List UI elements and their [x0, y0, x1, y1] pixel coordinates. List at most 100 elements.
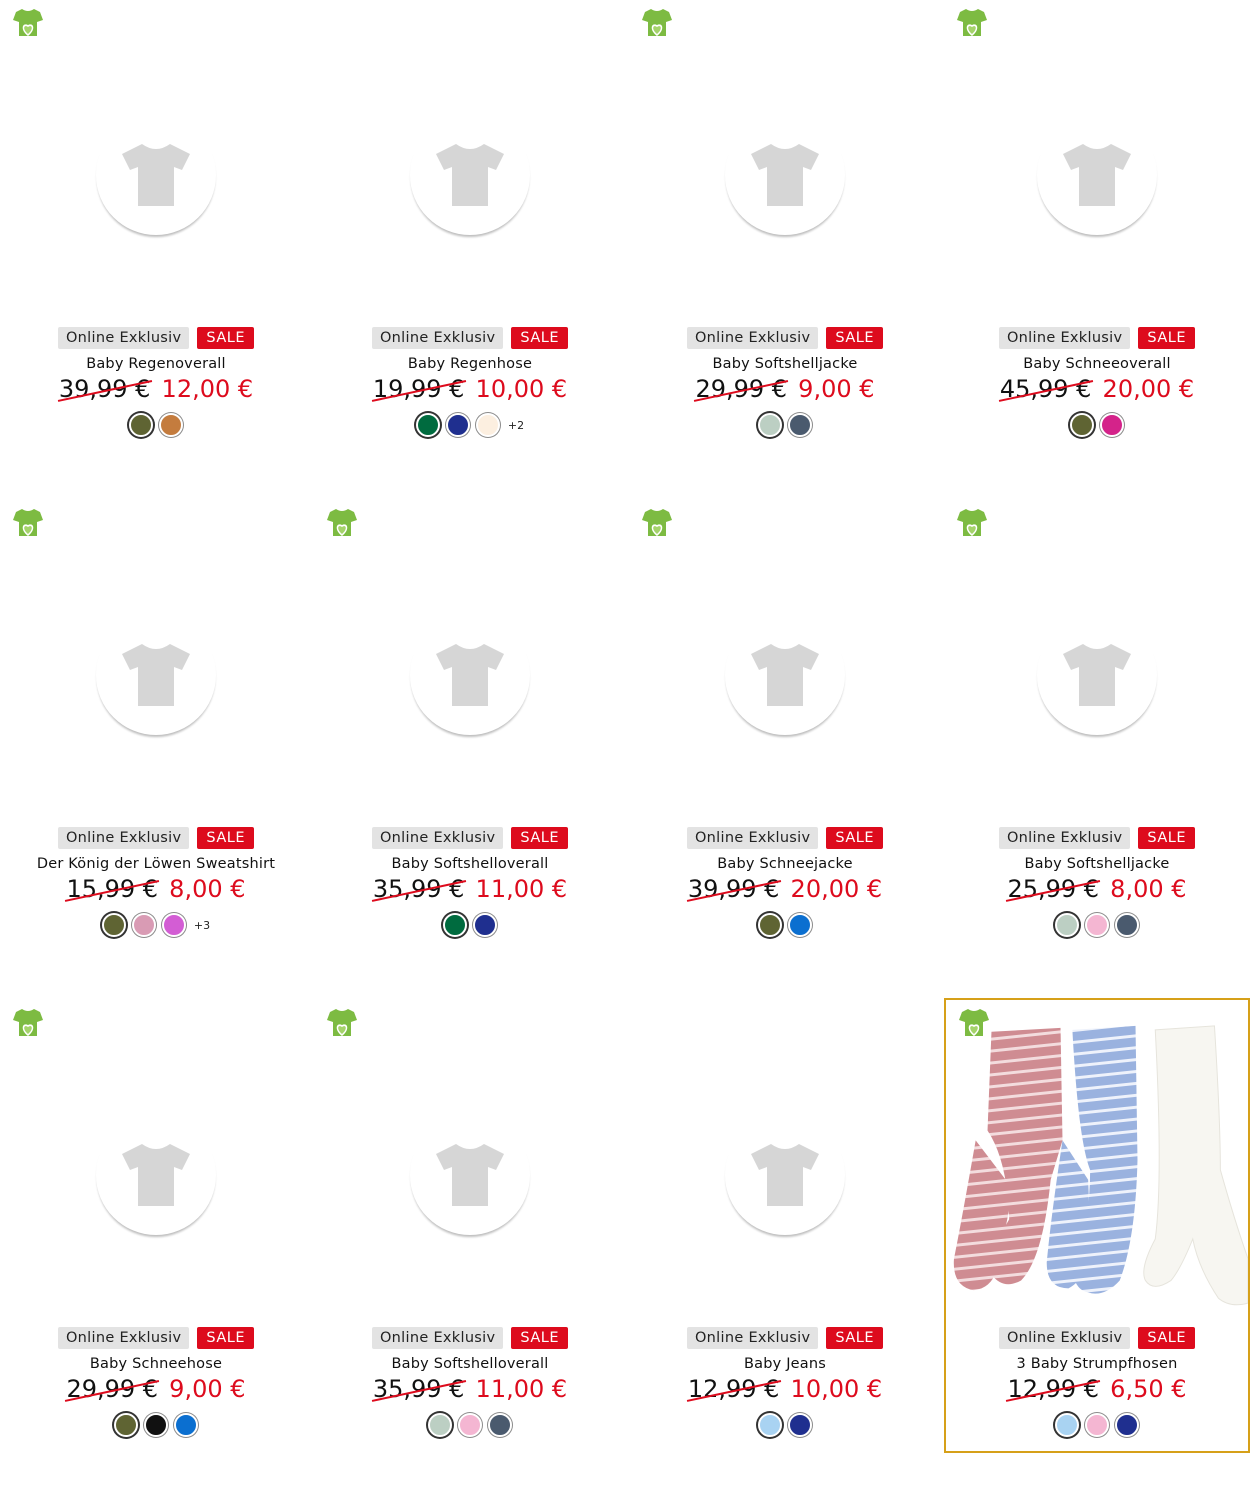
product-prices: 15,99 € 8,00 €	[0, 875, 312, 903]
product-image[interactable]	[314, 40, 626, 310]
product-name[interactable]: Der König der Löwen Sweatshirt	[0, 856, 312, 872]
color-swatch[interactable]	[475, 413, 500, 437]
product-name[interactable]: Baby Schneehose	[0, 1356, 312, 1372]
tshirt-placeholder-icon	[725, 115, 845, 235]
color-swatch[interactable]	[788, 1413, 812, 1437]
product-image[interactable]	[0, 1040, 312, 1310]
color-swatch[interactable]	[458, 1413, 482, 1437]
product-card-3[interactable]: Online Exklusiv SALE Baby Softshelljacke…	[629, 0, 941, 500]
product-badges: Online Exklusiv SALE	[0, 327, 312, 349]
product-card-11[interactable]: Online Exklusiv SALE Baby Jeans 12,99 € …	[629, 1000, 941, 1500]
product-name[interactable]: Baby Schneeoverall	[944, 356, 1250, 372]
color-swatch[interactable]	[488, 1413, 512, 1437]
product-card-5[interactable]: Online Exklusiv SALE Der König der Löwen…	[0, 500, 312, 1000]
color-swatch[interactable]	[174, 1413, 198, 1437]
product-image[interactable]	[0, 540, 312, 810]
eco-shirt-heart-icon	[324, 506, 360, 540]
product-card-12[interactable]: Online Exklusiv SALE 3 Baby Strumpfhosen…	[944, 998, 1250, 1453]
color-swatch[interactable]	[1085, 913, 1109, 937]
product-name[interactable]: 3 Baby Strumpfhosen	[946, 1356, 1248, 1372]
product-prices: 25,99 € 8,00 €	[944, 875, 1250, 903]
sale-badge: SALE	[826, 1327, 884, 1349]
color-swatch[interactable]	[1055, 913, 1079, 937]
product-name[interactable]: Baby Schneejacke	[629, 856, 941, 872]
sale-badge: SALE	[826, 827, 884, 849]
product-card-7[interactable]: Online Exklusiv SALE Baby Schneejacke 39…	[629, 500, 941, 1000]
tshirt-placeholder-icon	[410, 115, 530, 235]
color-swatch[interactable]	[428, 1413, 452, 1437]
color-swatch[interactable]	[445, 413, 470, 437]
color-swatch[interactable]	[1085, 1413, 1109, 1437]
product-name[interactable]: Baby Regenoverall	[0, 356, 312, 372]
color-swatch[interactable]	[144, 1413, 168, 1437]
color-swatch[interactable]	[101, 913, 126, 937]
sale-price: 6,50 €	[1110, 1375, 1187, 1403]
product-card-10[interactable]: Online Exklusiv SALE Baby Softshellovera…	[314, 1000, 626, 1500]
tshirt-placeholder-icon	[96, 615, 216, 735]
sale-badge: SALE	[1138, 1327, 1196, 1349]
product-image[interactable]	[0, 40, 312, 310]
color-swatch[interactable]	[131, 913, 156, 937]
product-image[interactable]	[314, 1040, 626, 1310]
product-name[interactable]: Baby Softshelloverall	[314, 856, 626, 872]
sale-badge: SALE	[511, 827, 569, 849]
more-colors-count[interactable]: +3	[194, 919, 210, 932]
sale-badge: SALE	[511, 1327, 569, 1349]
product-image[interactable]	[629, 1040, 941, 1310]
product-card-8[interactable]: Online Exklusiv SALE Baby Softshelljacke…	[944, 500, 1250, 1000]
product-card-9[interactable]: Online Exklusiv SALE Baby Schneehose 29,…	[0, 1000, 312, 1500]
color-swatch[interactable]	[443, 913, 467, 937]
color-swatch[interactable]	[114, 1413, 138, 1437]
old-price: 35,99 €	[372, 875, 465, 903]
color-swatch[interactable]	[788, 913, 812, 937]
color-swatch[interactable]	[1100, 413, 1124, 437]
more-colors-count[interactable]: +2	[508, 419, 524, 432]
old-price: 39,99 €	[58, 375, 151, 403]
tshirt-placeholder-icon	[1037, 615, 1157, 735]
sale-price: 10,00 €	[790, 1375, 883, 1403]
color-swatch[interactable]	[129, 413, 153, 437]
color-swatch[interactable]	[1115, 1413, 1139, 1437]
product-image[interactable]	[629, 40, 941, 310]
color-swatch[interactable]	[758, 413, 782, 437]
eco-shirt-heart-icon	[10, 1006, 46, 1040]
color-swatch[interactable]	[1115, 913, 1139, 937]
sale-price: 8,00 €	[169, 875, 246, 903]
online-exclusive-badge: Online Exklusiv	[686, 1327, 819, 1349]
color-swatch[interactable]	[758, 1413, 782, 1437]
product-name[interactable]: Baby Softshelloverall	[314, 1356, 626, 1372]
product-image[interactable]	[944, 540, 1250, 810]
product-image[interactable]	[952, 1020, 1248, 1310]
color-swatch[interactable]	[788, 413, 812, 437]
color-swatch[interactable]	[473, 913, 497, 937]
eco-shirt-heart-icon	[324, 1006, 360, 1040]
product-card-1[interactable]: Online Exklusiv SALE Baby Regenoverall 3…	[0, 0, 312, 500]
color-swatch[interactable]	[415, 413, 440, 437]
sale-badge: SALE	[1138, 327, 1196, 349]
tshirt-placeholder-icon	[725, 615, 845, 735]
product-card-2[interactable]: Online Exklusiv SALE Baby Regenhose 19,9…	[314, 0, 626, 500]
color-swatch[interactable]	[1055, 1413, 1079, 1437]
product-prices: 35,99 € 11,00 €	[314, 875, 626, 903]
color-swatch[interactable]	[161, 913, 186, 937]
tshirt-placeholder-icon	[410, 615, 530, 735]
product-image[interactable]	[944, 40, 1250, 310]
product-name[interactable]: Baby Softshelljacke	[629, 356, 941, 372]
color-swatches	[944, 913, 1250, 937]
product-name[interactable]: Baby Jeans	[629, 1356, 941, 1372]
product-name[interactable]: Baby Softshelljacke	[944, 856, 1250, 872]
product-prices: 29,99 € 9,00 €	[629, 375, 941, 403]
product-card-4[interactable]: Online Exklusiv SALE Baby Schneeoverall …	[944, 0, 1250, 500]
product-image[interactable]	[314, 540, 626, 810]
product-prices: 12,99 € 6,50 €	[946, 1375, 1248, 1403]
online-exclusive-badge: Online Exklusiv	[998, 827, 1131, 849]
product-card-6[interactable]: Online Exklusiv SALE Baby Softshellovera…	[314, 500, 626, 1000]
color-swatch[interactable]	[758, 913, 782, 937]
color-swatch[interactable]	[1070, 413, 1094, 437]
product-image[interactable]	[629, 540, 941, 810]
online-exclusive-badge: Online Exklusiv	[998, 1327, 1131, 1349]
product-name[interactable]: Baby Regenhose	[314, 356, 626, 372]
color-swatch[interactable]	[159, 413, 183, 437]
sale-badge: SALE	[197, 327, 255, 349]
old-price: 12,99 €	[1007, 1375, 1100, 1403]
